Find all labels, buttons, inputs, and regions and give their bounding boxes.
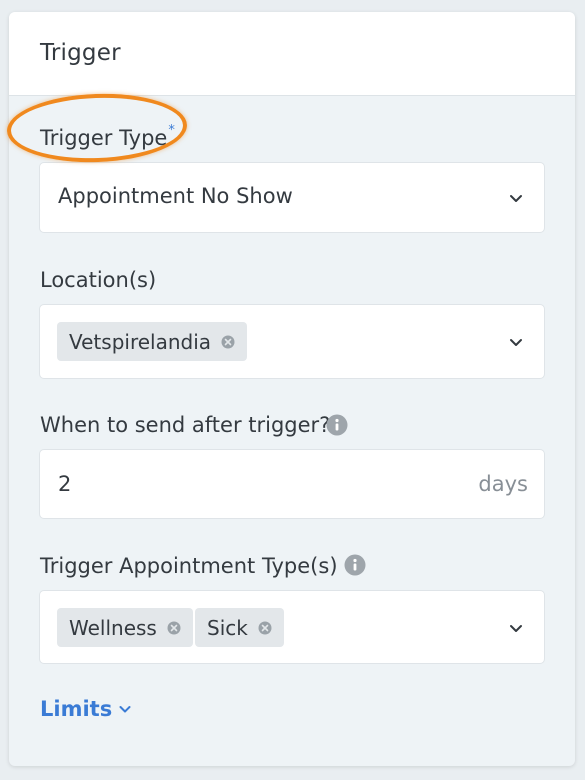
close-circle-icon[interactable] <box>258 621 272 635</box>
panel-header: Trigger <box>9 12 575 96</box>
chevron-down-icon <box>510 339 522 346</box>
close-circle-icon[interactable] <box>167 621 181 635</box>
appointment-type-chip: Sick <box>195 608 284 647</box>
chevron-down-icon <box>510 195 522 202</box>
trigger-type-select[interactable]: Appointment No Show <box>39 162 545 233</box>
chevron-down-icon <box>119 706 131 713</box>
location-chip: Vetspirelandia <box>57 322 248 361</box>
appointment-type-chip-label: Wellness <box>69 615 157 640</box>
send-after-input[interactable]: 2 days <box>39 449 545 519</box>
locations-label: Location(s) <box>40 268 157 292</box>
info-icon[interactable] <box>326 414 348 436</box>
locations-select[interactable]: Vetspirelandia <box>39 304 545 379</box>
info-icon[interactable] <box>344 554 366 576</box>
trigger-panel: Trigger Trigger Type* Appointment No Sho… <box>9 12 575 766</box>
panel-title: Trigger <box>40 40 121 66</box>
trigger-type-label-text: Trigger Type <box>40 126 168 150</box>
limits-label: Limits <box>40 697 113 721</box>
location-chip-label: Vetspirelandia <box>69 329 212 354</box>
send-after-unit: days <box>478 472 528 496</box>
appointment-type-chip: Wellness <box>57 608 193 647</box>
appointment-types-select[interactable]: Wellness Sick <box>39 590 545 664</box>
trigger-type-value: Appointment No Show <box>58 184 293 208</box>
chevron-down-icon <box>510 625 522 632</box>
send-after-value: 2 <box>58 472 72 496</box>
close-circle-icon[interactable] <box>221 335 235 349</box>
trigger-type-label: Trigger Type* <box>40 123 175 150</box>
appointment-types-label: Trigger Appointment Type(s) <box>40 554 338 578</box>
appointment-type-chip-label: Sick <box>207 615 248 640</box>
limits-toggle[interactable]: Limits <box>40 697 132 721</box>
required-mark: * <box>168 123 175 138</box>
send-after-label: When to send after trigger? <box>40 413 331 437</box>
